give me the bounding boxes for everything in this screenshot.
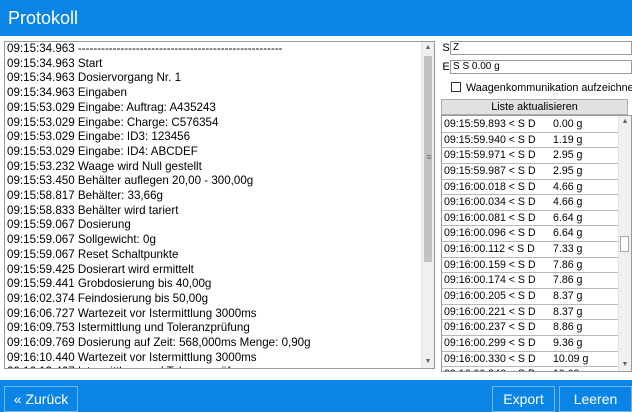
back-button[interactable]: « Zurück — [4, 386, 78, 412]
reading-value: 4.66 g — [553, 180, 583, 193]
reading-time: 09:15:59.971 < S D — [444, 149, 536, 162]
log-line: 09:15:53.029 Eingabe: Auftrag: A435243 — [7, 100, 216, 114]
checkbox-icon[interactable] — [451, 82, 461, 92]
list-item[interactable]: 09:16:00.034 < S D 4.66 g — [442, 195, 618, 211]
log-line: 09:15:59.425 Dosierart wird ermittelt — [7, 262, 194, 276]
reading-value: 8.37 g — [553, 290, 583, 303]
log-line: 09:15:59.441 Grobdosierung bis 40,00g — [7, 277, 212, 291]
list-item[interactable]: 09:15:59.987 < S D 2.95 g — [442, 164, 618, 180]
list-item[interactable]: 09:16:00.081 < S D 6.64 g — [442, 211, 618, 227]
log-line: 09:16:02.374 Feindosierung bis 50,00g — [7, 291, 209, 305]
reading-value: 6.64 g — [553, 211, 583, 224]
reading-value: 7.33 g — [553, 243, 583, 256]
scroll-down-arrow-icon[interactable]: ▼ — [422, 356, 434, 368]
reading-time: 09:15:59.893 < S D — [444, 118, 536, 130]
footer-bar: « Zurück Export Leeren — [0, 380, 632, 412]
scale-readings-scrollbar[interactable]: ▲ ▼ — [618, 116, 631, 371]
log-line: 09:15:59.067 Reset Schaltpunkte — [7, 247, 179, 261]
log-line: 09:15:34.963 Start — [7, 56, 103, 70]
scale-readings-list[interactable]: 09:15:59.893 < S D 0.00 g 09:15:59.940 < S… — [441, 115, 632, 372]
reading-time: 09:15:59.940 < S D — [444, 133, 536, 146]
protocol-log-scrollbar[interactable]: ▲ ▼ — [421, 42, 434, 368]
refresh-list-button[interactable]: Liste aktualisieren — [441, 99, 628, 115]
reading-time: 09:16:00.018 < S D — [444, 180, 536, 193]
log-line: 09:15:58.817 Behälter: 33,66g — [7, 189, 164, 203]
reading-value: 4.66 g — [553, 196, 583, 209]
log-line: 09:15:53.029 Eingabe: ID4: ABCDEF — [7, 144, 198, 158]
log-line: 09:15:34.963 Eingaben — [7, 86, 127, 100]
reading-time: 09:16:00.299 < S D — [444, 336, 536, 349]
log-line: 09:15:34.963 Dosiervorgang Nr. 1 — [7, 71, 182, 85]
log-line: 09:16:09.769 Dosierung auf Zeit: 568,000… — [7, 336, 311, 350]
reading-time: 09:15:59.987 < S D — [444, 164, 536, 177]
s-value-field[interactable]: Z — [450, 41, 632, 55]
list-item[interactable]: 09:16:00.159 < S D 7.86 g — [442, 258, 618, 274]
main-area: 09:15:34.963 ---------------------------… — [0, 36, 632, 380]
list-item[interactable]: 09:16:00.237 < S D 8.86 g — [442, 320, 618, 336]
log-line: 09:16:10.440 Wartezeit vor Istermittlung… — [7, 350, 257, 364]
log-line: 09:16:06.727 Wartezeit vor Istermittlung… — [7, 306, 257, 320]
scale-readings-scroll-thumb[interactable] — [620, 236, 629, 252]
reading-value: 7.86 g — [553, 258, 583, 271]
reading-value: 8.37 g — [553, 305, 583, 318]
reading-time: 09:16:00.346 < S D — [444, 367, 536, 371]
log-line: 09:15:53.029 Eingabe: ID3: 123456 — [7, 130, 191, 144]
reading-value: 10.09 g — [553, 352, 589, 365]
record-scale-communication-label: Waagenkommunikation aufzeichnen — [466, 82, 632, 94]
list-item[interactable]: 09:16:00.299 < S D 9.36 g — [442, 336, 618, 352]
reading-value: 6.64 g — [553, 227, 583, 240]
reading-time: 09:16:00.221 < S D — [444, 305, 536, 318]
scroll-up-arrow-icon[interactable]: ▲ — [422, 42, 434, 54]
reading-value: 2.95 g — [553, 164, 583, 177]
log-line: 09:15:53.029 Eingabe: Charge: C576354 — [7, 115, 219, 129]
log-line: 09:15:53.232 Waage wird Null gestellt — [7, 159, 202, 173]
reading-time: 09:16:00.237 < S D — [444, 321, 536, 334]
window-title: Protokoll — [0, 0, 632, 36]
clear-button[interactable]: Leeren — [559, 386, 632, 412]
reading-value: 8.86 g — [553, 321, 583, 334]
reading-value: 9.36 g — [553, 336, 583, 349]
reading-value: 10.09 g — [553, 367, 588, 371]
reading-time: 09:16:00.174 < S D — [444, 274, 536, 287]
splitter-grip-icon[interactable]: ≡ — [423, 152, 435, 162]
list-item[interactable]: 09:16:00.112 < S D 7.33 g — [442, 242, 618, 258]
list-item[interactable]: 09:16:00.221 < S D 8.37 g — [442, 305, 618, 321]
reading-time: 09:16:00.081 < S D — [444, 211, 536, 224]
list-item[interactable]: 09:15:59.893 < S D 0.00 g — [442, 117, 618, 133]
list-item[interactable]: 09:16:00.174 < S D 7.86 g — [442, 273, 618, 290]
list-item[interactable]: 09:16:00.330 < S D 10.09 g — [442, 352, 618, 368]
log-line: 09:16:13.467 Istermittlung und Toleranzp… — [7, 365, 421, 368]
reading-time: 09:16:00.034 < S D — [444, 196, 536, 209]
list-item[interactable]: 09:16:00.018 < S D 4.66 g — [442, 180, 618, 196]
list-item[interactable]: 09:15:59.971 < S D 2.95 g — [442, 148, 618, 164]
record-scale-communication-checkbox[interactable]: Waagenkommunikation aufzeichnen — [451, 82, 632, 96]
reading-time: 09:16:00.205 < S D — [444, 290, 536, 303]
log-line: 09:15:34.963 ---------------------------… — [7, 42, 283, 55]
log-line: 09:15:59.067 Dosierung — [7, 218, 131, 232]
log-line: 09:15:58.833 Behälter wird tariert — [7, 203, 179, 217]
log-line: 09:15:53.450 Behälter auflegen 20,00 - 3… — [7, 174, 254, 188]
reading-time: 09:16:00.159 < S D — [444, 258, 536, 271]
reading-value: 2.95 g — [553, 149, 583, 162]
reading-value: 1.19 g — [553, 133, 583, 146]
reading-time: 09:16:00.330 < S D — [444, 352, 536, 365]
scale-readings-rows: 09:15:59.893 < S D 0.00 g 09:15:59.940 < S… — [442, 117, 618, 371]
reading-time: 09:16:00.096 < S D — [444, 227, 536, 240]
list-item[interactable]: 09:16:00.346 < S D 10.09 g — [442, 367, 618, 371]
reading-value: 0.00 g — [553, 118, 583, 130]
protocol-log[interactable]: 09:15:34.963 ---------------------------… — [4, 41, 435, 369]
scroll-up-arrow-icon[interactable]: ▲ — [619, 116, 631, 128]
scroll-down-arrow-icon[interactable]: ▼ — [619, 359, 631, 371]
list-item[interactable]: 09:16:00.205 < S D 8.37 g — [442, 289, 618, 305]
list-item[interactable]: 09:16:00.096 < S D 6.64 g — [442, 226, 618, 243]
reading-value: 7.86 g — [553, 274, 583, 287]
e-value-field[interactable]: S S 0.00 g — [450, 60, 632, 74]
log-line: 09:16:09.753 Istermittlung und Toleranzp… — [7, 321, 250, 335]
reading-time: 09:16:00.112 < S D — [444, 243, 535, 256]
protocol-log-lines: 09:15:34.963 ---------------------------… — [5, 42, 421, 368]
list-item[interactable]: 09:15:59.940 < S D 1.19 g — [442, 133, 618, 149]
export-button[interactable]: Export — [492, 386, 555, 412]
log-line: 09:15:59.067 Sollgewicht: 0g — [7, 233, 156, 247]
